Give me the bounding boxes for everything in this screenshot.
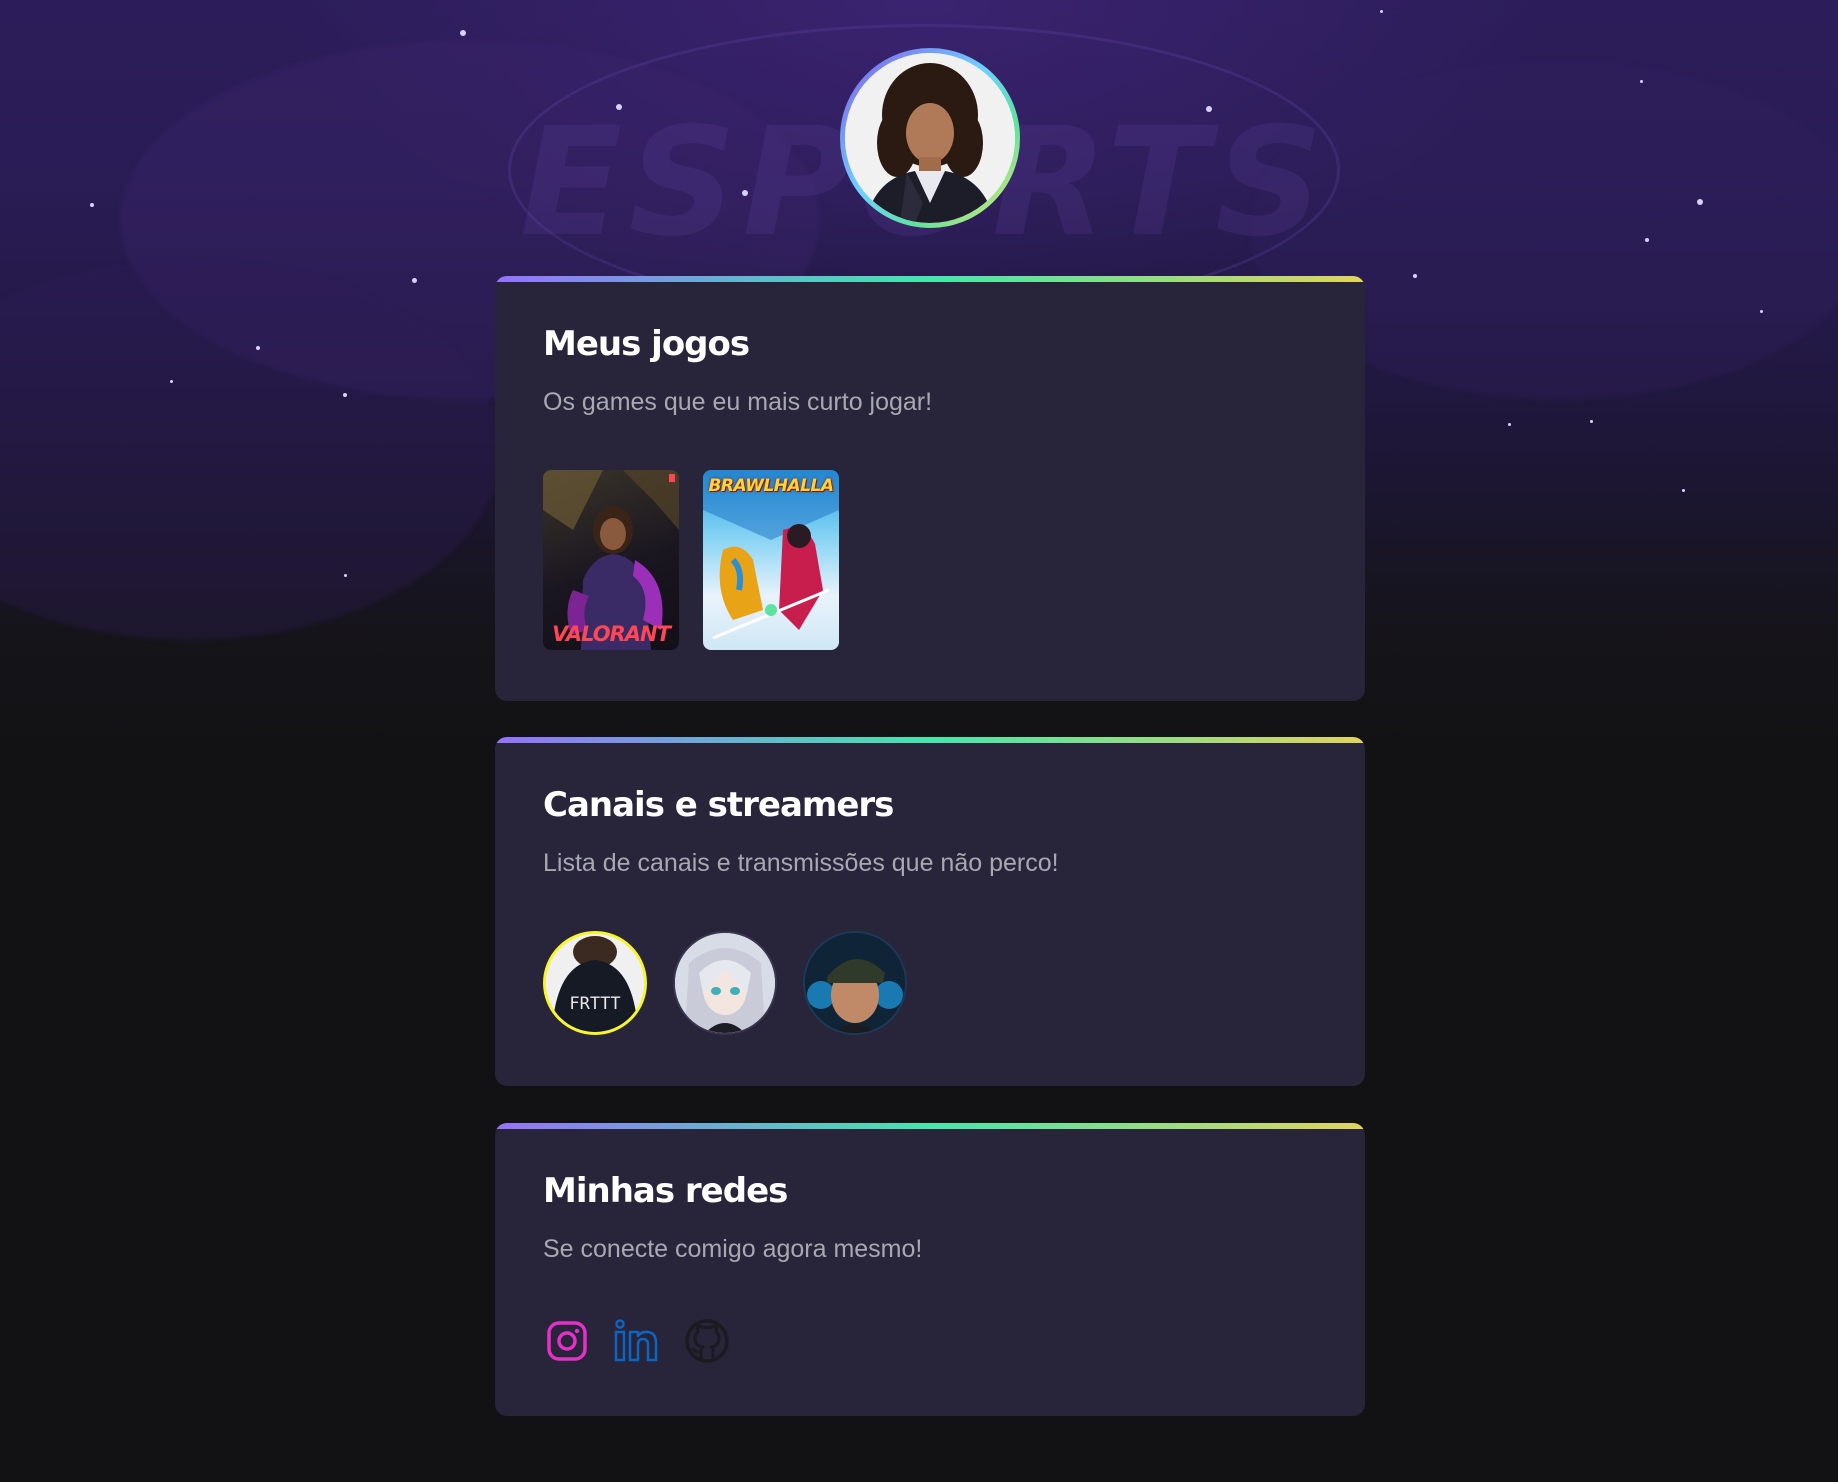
games-title: Meus jogos	[543, 324, 750, 364]
games-card: Meus jogos Os games que eu mais curto jo…	[495, 276, 1365, 701]
star	[1697, 199, 1703, 205]
github-icon	[685, 1319, 729, 1363]
linkedin-link[interactable]	[611, 1317, 659, 1365]
star	[170, 380, 173, 383]
streamer-avatar-2[interactable]	[673, 931, 777, 1035]
streamer-photo-1	[546, 934, 644, 1032]
instagram-icon	[547, 1321, 587, 1361]
star	[1682, 489, 1685, 492]
github-link[interactable]	[683, 1317, 731, 1365]
game-title-brawlhalla: BRAWLHALLA	[708, 476, 834, 496]
profile-avatar	[845, 53, 1015, 223]
games-subtitle: Os games que eu mais curto jogar!	[543, 388, 933, 416]
star	[1413, 274, 1417, 278]
star	[256, 346, 260, 350]
game-card-brawlhalla[interactable]: BRAWLHALLA	[703, 470, 839, 650]
streamer-jersey-text: FRTTT	[569, 994, 621, 1014]
profile-photo	[845, 53, 1015, 223]
star	[1645, 238, 1649, 242]
socials-card: Minhas redes Se conecte comigo agora mes…	[495, 1123, 1365, 1416]
streamers-title: Canais e streamers	[543, 785, 894, 825]
star	[1640, 80, 1643, 83]
star	[1760, 310, 1763, 313]
streamers-subtitle: Lista de canais e transmissões que não p…	[543, 849, 1059, 877]
star	[1590, 420, 1593, 423]
streamer-photo-2	[675, 933, 775, 1033]
star	[412, 278, 417, 283]
game-title-valorant: VALORANT	[552, 622, 671, 646]
star	[1206, 106, 1212, 112]
star	[344, 574, 347, 577]
star	[616, 104, 622, 110]
star	[742, 190, 748, 196]
streamer-avatar-1[interactable]: FRTTT	[543, 931, 647, 1035]
star	[1508, 423, 1511, 426]
star	[460, 30, 466, 36]
star	[1380, 10, 1383, 13]
linkedin-icon	[614, 1319, 658, 1362]
socials-title: Minhas redes	[543, 1171, 788, 1211]
game-card-valorant[interactable]: VALORANT	[543, 470, 679, 650]
streamers-card: Canais e streamers Lista de canais e tra…	[495, 737, 1365, 1086]
streamer-photo-3	[805, 933, 905, 1033]
streamer-avatar-3[interactable]	[803, 931, 907, 1035]
star	[90, 203, 94, 207]
brawlhalla-art	[703, 470, 839, 640]
profile-avatar-ring	[840, 48, 1020, 228]
instagram-link[interactable]	[543, 1317, 591, 1365]
star	[343, 393, 347, 397]
socials-subtitle: Se conecte comigo agora mesmo!	[543, 1235, 923, 1263]
